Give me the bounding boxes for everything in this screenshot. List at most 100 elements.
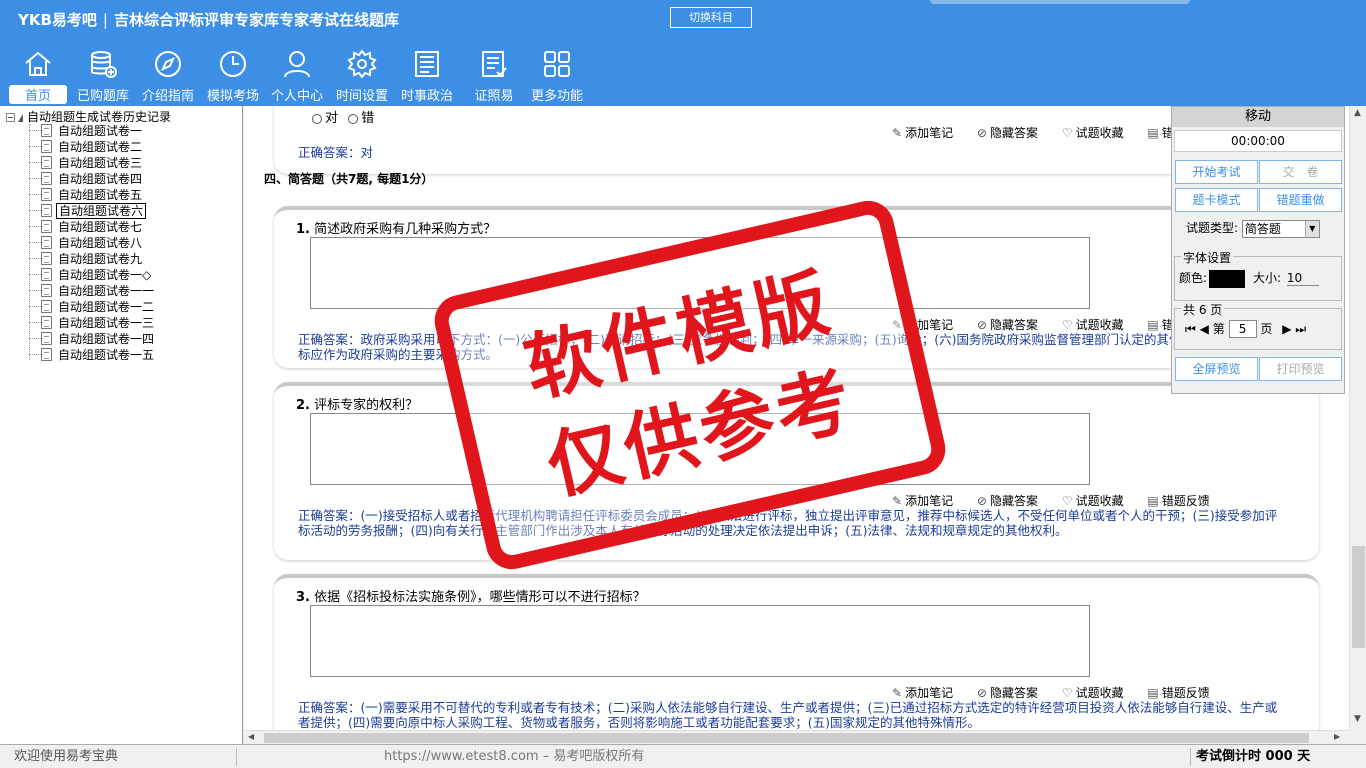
tree-item[interactable]: 自动组题试卷五 bbox=[29, 186, 144, 202]
question-title: 2. 评标专家的权利？ bbox=[296, 398, 419, 413]
pages-legend: 共 6 页 bbox=[1181, 301, 1225, 318]
newspaper-icon bbox=[415, 51, 439, 77]
tree-item[interactable]: 自动组题试卷九 bbox=[29, 250, 144, 266]
scroll-right-icon[interactable]: ▶ bbox=[1334, 732, 1340, 741]
scroll-thumb[interactable] bbox=[264, 733, 1309, 743]
favorite-button[interactable]: ♡ 试题收藏 bbox=[1062, 126, 1134, 140]
collapse-icon[interactable]: − bbox=[6, 113, 15, 122]
nav-profile[interactable]: 个人中心 bbox=[264, 48, 330, 106]
question-type-select[interactable]: 简答题 ▼ bbox=[1241, 219, 1320, 238]
nav-home[interactable]: 首页 bbox=[5, 48, 71, 106]
nav-purchased[interactable]: 已购题库 bbox=[70, 48, 136, 106]
correct-answer: 正确答案：(一)需要采用不可替代的专利或者专有技术；(二)采购人依法能够自行建设… bbox=[298, 700, 1278, 730]
print-preview-button[interactable]: 打印预览 bbox=[1259, 357, 1342, 381]
report-icon: ▤ bbox=[1147, 686, 1159, 700]
heart-icon: ♡ bbox=[1061, 686, 1073, 700]
radio-true[interactable] bbox=[312, 113, 322, 124]
tree-item[interactable]: 自动组题试卷八 bbox=[29, 234, 144, 250]
hide-answer-button[interactable]: ⊘ 隐藏答案 bbox=[977, 686, 1048, 700]
hide-answer-button[interactable]: ⊘ 隐藏答案 bbox=[977, 126, 1048, 140]
document-icon bbox=[41, 236, 52, 249]
tree-item-label: 自动组题试卷一三 bbox=[58, 315, 155, 330]
prev-page-icon[interactable]: ◀ bbox=[1200, 322, 1209, 336]
fullscreen-preview-button[interactable]: 全屏预览 bbox=[1175, 357, 1258, 381]
start-exam-button[interactable]: 开始考试 bbox=[1175, 160, 1258, 184]
tree-item-label: 自动组题试卷四 bbox=[58, 171, 143, 186]
favorite-button[interactable]: ♡ 试题收藏 bbox=[1062, 686, 1134, 700]
tree-item[interactable]: 自动组题试卷二 bbox=[29, 138, 144, 154]
scroll-thumb[interactable] bbox=[1352, 546, 1365, 648]
exam-control-panel: 移动 00:00:00 开始考试 交 卷 题卡模式 错题重做 试题类型: 简答题… bbox=[1171, 106, 1345, 394]
home-icon bbox=[25, 51, 51, 76]
add-note-button[interactable]: ✎ 添加笔记 bbox=[892, 494, 963, 508]
nav-more[interactable]: 更多功能 bbox=[524, 48, 590, 106]
card-mode-button[interactable]: 题卡模式 bbox=[1175, 188, 1258, 212]
logo-text: YKB易考吧 bbox=[18, 11, 97, 29]
document-icon bbox=[41, 156, 52, 169]
page-input[interactable]: 5 bbox=[1228, 320, 1257, 338]
document-icon bbox=[41, 188, 52, 201]
feedback-button[interactable]: ▤ 错题反馈 bbox=[1147, 494, 1219, 508]
nav-guide[interactable]: 介绍指南 bbox=[135, 48, 201, 106]
nav-politics[interactable]: 时事政治 bbox=[394, 48, 460, 106]
document-pin-icon bbox=[41, 204, 52, 217]
panel-move-handle[interactable]: 移动 bbox=[1172, 107, 1344, 127]
scroll-up-icon[interactable]: ▲ bbox=[1354, 108, 1361, 118]
font-settings-legend: 字体设置 bbox=[1181, 249, 1234, 266]
hide-answer-button[interactable]: ⊘ 隐藏答案 bbox=[977, 494, 1048, 508]
tree-item[interactable]: 自动组题试卷四 bbox=[29, 170, 144, 186]
hide-answer-button[interactable]: ⊘ 隐藏答案 bbox=[977, 318, 1048, 332]
nav-time-settings[interactable]: 时间设置 bbox=[329, 48, 395, 106]
tree-item-label: 自动组题试卷五 bbox=[58, 187, 143, 202]
page-prefix: 第 bbox=[1212, 322, 1225, 336]
switch-subject-button[interactable]: 切换科目 bbox=[670, 7, 752, 28]
tree-item[interactable]: 自动组题试卷一五 bbox=[29, 346, 156, 362]
radio-false[interactable] bbox=[348, 113, 359, 124]
first-page-icon[interactable]: ⏮ bbox=[1185, 322, 1196, 336]
font-color-picker[interactable] bbox=[1209, 269, 1246, 288]
app-logo: YKB易考吧 | 吉林综合评标评审专家库专家考试在线题库 bbox=[18, 11, 399, 29]
redo-wrong-button[interactable]: 错题重做 bbox=[1259, 188, 1342, 212]
tree-item[interactable]: 自动组题试卷一◇ bbox=[29, 266, 153, 282]
tree-item-label: 自动组题试卷一五 bbox=[58, 347, 155, 362]
nav-mock-exam[interactable]: 模拟考场 bbox=[200, 48, 266, 106]
vertical-scrollbar[interactable]: ▲ ▼ bbox=[1349, 106, 1366, 730]
tree-item-label: 自动组题试卷二 bbox=[58, 139, 143, 154]
answer-input[interactable] bbox=[310, 605, 1090, 677]
scroll-down-icon[interactable]: ▼ bbox=[1354, 714, 1361, 724]
tree-item[interactable]: 自动组题试卷一二 bbox=[29, 298, 156, 314]
scroll-left-icon[interactable]: ◀ bbox=[248, 732, 254, 741]
tree-item[interactable]: 自动组题试卷一三 bbox=[29, 314, 156, 330]
add-note-button[interactable]: ✎ 添加笔记 bbox=[892, 126, 963, 140]
tree-item-selected[interactable]: 自动组题试卷六 bbox=[29, 202, 147, 219]
document-icon bbox=[41, 220, 52, 233]
tree-item[interactable]: 自动组题试卷三 bbox=[29, 154, 144, 170]
tree-item[interactable]: 自动组题试卷一四 bbox=[29, 330, 156, 346]
tree-item[interactable]: 自动组题试卷一 bbox=[29, 122, 144, 138]
pagination: 共 6 页 ⏮ ◀ 第 5 页 ▶ ⏭ bbox=[1174, 301, 1342, 350]
document-icon bbox=[41, 172, 52, 185]
horizontal-scrollbar[interactable]: ◀ ▶ bbox=[244, 730, 1349, 744]
question-title: 1. 简述政府采购有几种采购方式？ bbox=[296, 222, 497, 237]
favorite-button[interactable]: ♡ 试题收藏 bbox=[1062, 494, 1134, 508]
nav-purchased-label: 已购题库 bbox=[76, 89, 129, 104]
next-page-icon[interactable]: ▶ bbox=[1282, 322, 1291, 336]
nav-time-settings-label: 时间设置 bbox=[335, 89, 388, 104]
report-icon: ▤ bbox=[1147, 494, 1159, 508]
nav-license[interactable]: 证照易 bbox=[461, 48, 527, 106]
last-page-icon[interactable]: ⏭ bbox=[1295, 322, 1306, 336]
page-suffix: 页 bbox=[1260, 322, 1273, 336]
document-icon bbox=[41, 300, 52, 313]
question-actions: ✎ 添加笔记 ⊘ 隐藏答案 ♡ 试题收藏 ▤ 错 bbox=[892, 124, 1194, 141]
add-note-button[interactable]: ✎ 添加笔记 bbox=[892, 686, 963, 700]
tree-item[interactable]: 自动组题试卷一一 bbox=[29, 282, 156, 298]
grid-icon bbox=[544, 51, 570, 77]
feedback-button[interactable]: ▤ 错题反馈 bbox=[1147, 686, 1219, 700]
exam-countdown: 考试倒计时 000 天 bbox=[1196, 749, 1311, 764]
favorite-button[interactable]: ♡ 试题收藏 bbox=[1062, 318, 1134, 332]
eye-icon: ⊘ bbox=[976, 686, 987, 700]
font-size-input[interactable]: 10 bbox=[1286, 271, 1319, 286]
submit-exam-button[interactable]: 交 卷 bbox=[1259, 160, 1342, 184]
tree-item[interactable]: 自动组题试卷七 bbox=[29, 218, 144, 234]
header-decoration bbox=[930, 0, 1190, 4]
